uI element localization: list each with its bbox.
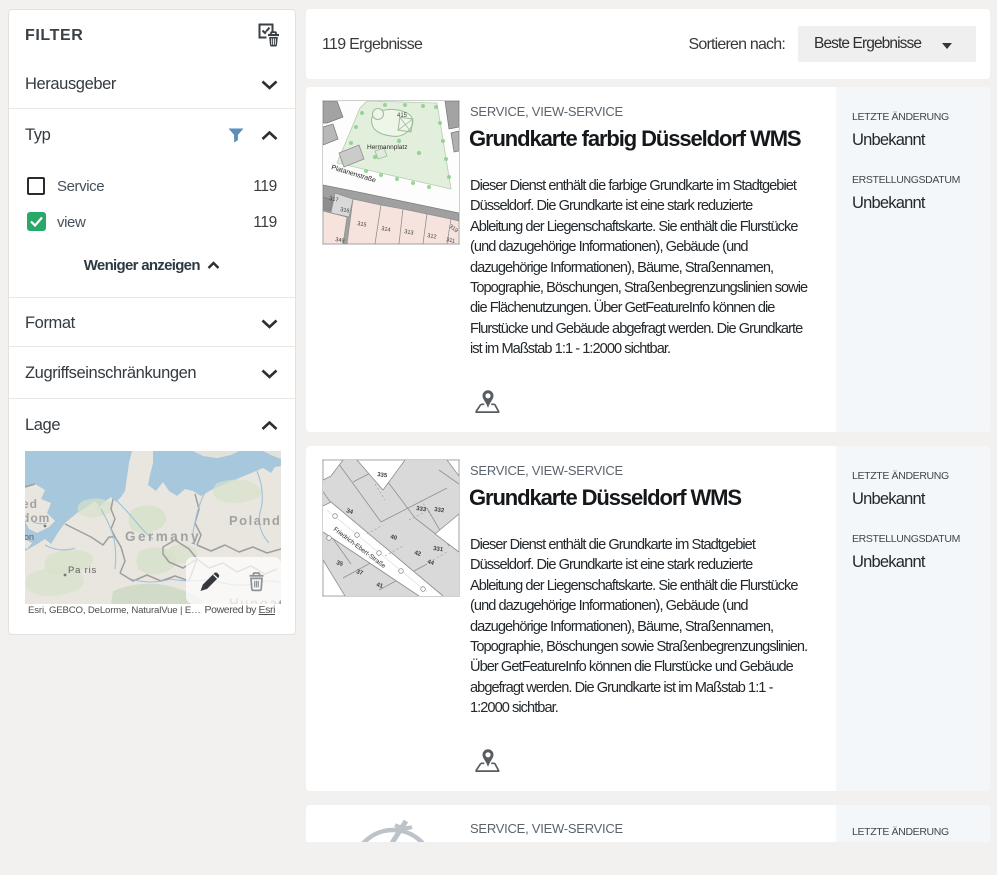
svg-text:415: 415 <box>397 113 408 119</box>
svg-text:Poland: Poland <box>229 513 281 528</box>
svg-text:Hermannplatz: Hermannplatz <box>367 144 407 151</box>
svg-text:Pa ris: Pa ris <box>68 565 97 576</box>
svg-text:on: on <box>25 532 34 542</box>
svg-text:Germany: Germany <box>125 529 201 544</box>
svg-text:dom: dom <box>25 511 50 525</box>
svg-text:311: 311 <box>446 237 456 244</box>
svg-text:ed: ed <box>25 497 38 511</box>
svg-text:349: 349 <box>335 237 345 244</box>
